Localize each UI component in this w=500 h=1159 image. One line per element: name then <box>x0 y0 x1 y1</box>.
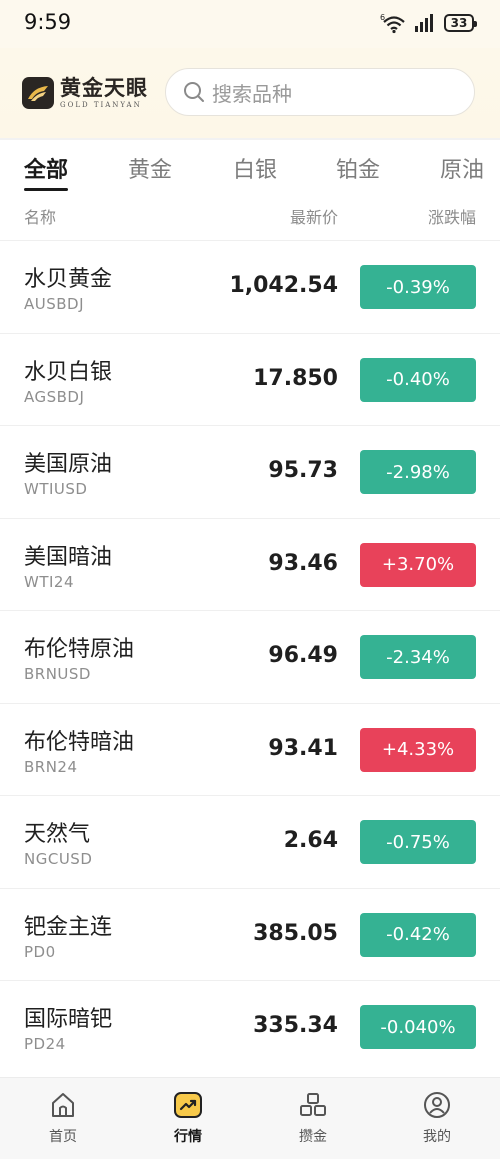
latest-price: 95.73 <box>268 458 338 483</box>
change-badge: -0.39% <box>360 265 476 309</box>
tab-platinum[interactable]: 铂金 <box>336 152 380 184</box>
tab-crude-oil[interactable]: 原油 <box>440 152 484 184</box>
status-icons: 6 33 <box>380 12 477 34</box>
quote-row[interactable]: 天然气 NGCUSD 2.64 -0.75% <box>0 795 500 888</box>
change-badge: -0.42% <box>360 912 476 957</box>
quote-row[interactable]: 钯金主连 PD0 385.05 -0.42% <box>0 887 500 981</box>
latest-price: 96.49 <box>268 643 338 668</box>
status-bar: 9:59 6 33 <box>0 0 500 48</box>
search-placeholder: 搜索品种 <box>212 81 292 106</box>
tab-silver[interactable]: 白银 <box>233 152 277 184</box>
column-header-change: 涨跌幅 <box>427 208 476 227</box>
column-header-name: 名称 <box>24 208 57 227</box>
tab-gold[interactable]: 黄金 <box>128 152 172 184</box>
instrument-name: 天然气 <box>24 822 91 847</box>
latest-price: 385.05 <box>253 920 338 946</box>
instrument-code: NGCUSD <box>24 850 93 868</box>
latest-price: 335.34 <box>253 1013 338 1038</box>
change-badge: -0.40% <box>360 357 476 402</box>
quote-row[interactable]: 布伦特原油 BRNUSD 96.49 -2.34% <box>0 610 500 703</box>
instrument-name: 水贝黄金 <box>24 267 113 292</box>
nav-home[interactable]: 首页 <box>13 1090 113 1146</box>
battery-indicator: 33 <box>444 14 477 32</box>
logo-subtitle: GOLD TIANYAN <box>60 101 142 109</box>
nav-market[interactable]: 行情 <box>138 1090 238 1146</box>
change-badge: -0.75% <box>360 820 476 864</box>
instrument-name: 钯金主连 <box>24 914 113 940</box>
quote-row[interactable]: 美国原油 WTIUSD 95.73 -2.98% <box>0 425 500 518</box>
latest-price: 1,042.54 <box>229 273 338 298</box>
latest-price: 17.850 <box>253 365 338 391</box>
instrument-code: AGSBDJ <box>24 387 85 406</box>
change-badge: +3.70% <box>360 542 476 587</box>
quote-row[interactable]: 国际暗钯 PD24 335.34 -0.040% <box>0 980 500 1073</box>
change-badge: -2.98% <box>360 450 476 494</box>
header: 黄金天眼 GOLD TIANYAN 搜索品种 <box>0 48 500 138</box>
nav-save-gold-label: 攒金 <box>299 1129 327 1145</box>
home-icon <box>52 1093 74 1117</box>
change-badge: -0.040% <box>360 1005 476 1049</box>
logo-icon <box>22 77 54 109</box>
bottom-nav: 首页 行情 攒金 我的 <box>0 1077 500 1159</box>
quote-row[interactable]: 水贝黄金 AUSBDJ 1,042.54 -0.39% <box>0 240 500 333</box>
latest-price: 93.46 <box>268 550 338 576</box>
instrument-name: 布伦特原油 <box>24 637 135 662</box>
instrument-name: 国际暗钯 <box>24 1007 113 1032</box>
tab-all[interactable]: 全部 <box>24 152 68 184</box>
latest-price: 2.64 <box>283 828 338 853</box>
logo: 黄金天眼 GOLD TIANYAN <box>60 75 148 110</box>
category-tabs: 全部 黄金 白银 铂金 原油 <box>0 140 500 192</box>
column-header-price: 最新价 <box>289 208 338 227</box>
signal-icon <box>415 14 433 32</box>
wifi-icon: 6 <box>380 13 405 34</box>
nav-profile-label: 我的 <box>423 1129 451 1145</box>
status-time: 9:59 <box>24 10 72 34</box>
nav-profile[interactable]: 我的 <box>387 1090 487 1146</box>
instrument-name: 水贝白银 <box>24 359 113 385</box>
instrument-name: 美国原油 <box>24 452 113 477</box>
quote-list: 水贝黄金 AUSBDJ 1,042.54 -0.39% 水贝白银 AGSBDJ … <box>0 240 500 1073</box>
instrument-code: WTIUSD <box>24 480 88 498</box>
change-badge: +4.33% <box>360 727 476 772</box>
instrument-code: WTI24 <box>24 572 75 591</box>
instrument-code: PD0 <box>24 942 56 961</box>
nav-market-label: 行情 <box>174 1129 202 1145</box>
quote-row[interactable]: 美国暗油 WTI24 93.46 +3.70% <box>0 517 500 611</box>
column-headers: 名称 最新价 涨跌幅 <box>0 200 500 230</box>
market-trend-icon <box>174 1092 202 1118</box>
gold-bars-icon <box>300 1093 326 1116</box>
profile-icon <box>424 1092 450 1118</box>
instrument-name: 美国暗油 <box>24 544 113 570</box>
instrument-name: 布伦特暗油 <box>24 729 135 755</box>
quote-row[interactable]: 水贝白银 AGSBDJ 17.850 -0.40% <box>0 332 500 426</box>
instrument-code: BRNUSD <box>24 665 91 683</box>
search-icon <box>184 82 204 102</box>
search-input[interactable]: 搜索品种 <box>165 68 475 116</box>
quote-row[interactable]: 布伦特暗油 BRN24 93.41 +4.33% <box>0 702 500 796</box>
logo-title: 黄金天眼 <box>60 75 148 100</box>
instrument-code: AUSBDJ <box>24 295 85 313</box>
change-badge: -2.34% <box>360 635 476 679</box>
latest-price: 93.41 <box>268 735 338 761</box>
nav-home-label: 首页 <box>49 1129 77 1145</box>
instrument-code: PD24 <box>24 1035 66 1053</box>
nav-save-gold[interactable]: 攒金 <box>263 1090 363 1146</box>
active-tab-indicator <box>24 188 68 191</box>
instrument-code: BRN24 <box>24 757 78 776</box>
